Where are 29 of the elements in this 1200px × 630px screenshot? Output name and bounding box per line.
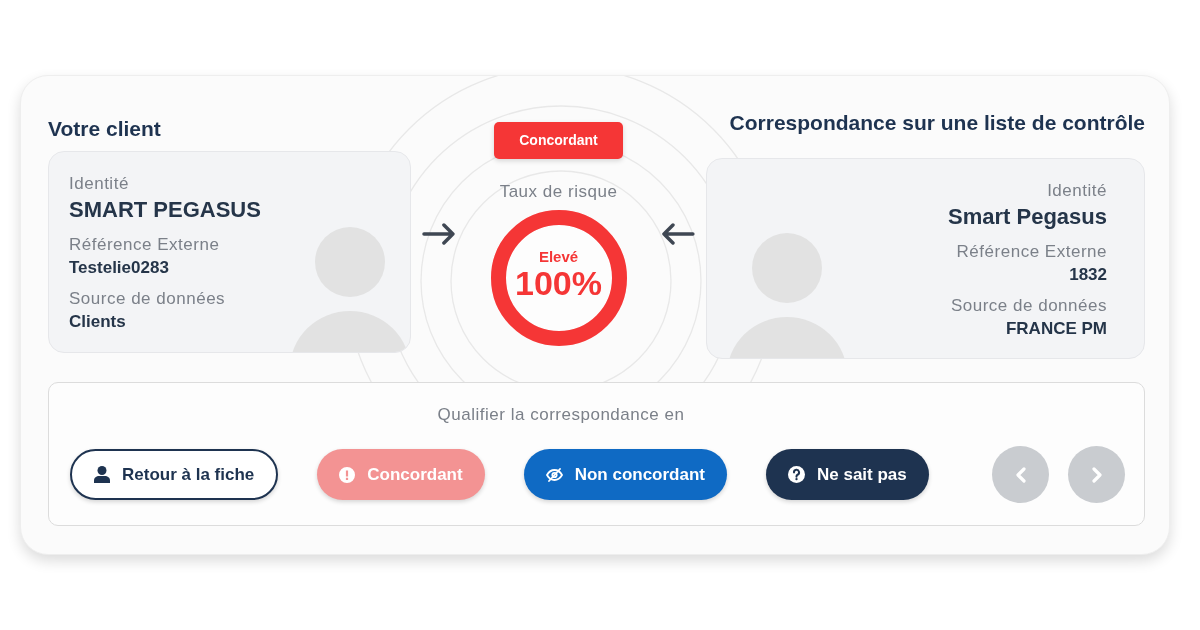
field-label: Référence Externe: [69, 234, 221, 256]
field-value: Clients: [69, 311, 127, 333]
chevron-left-icon: [1014, 466, 1027, 483]
section-heading: Votre client: [48, 117, 162, 141]
qualification-button[interactable]: Ne sait pas: [766, 449, 929, 500]
risk-label: Taux de risque: [499, 181, 618, 203]
field-label: Identité: [69, 173, 130, 195]
qualification-button[interactable]: Retour à la fiche: [70, 449, 279, 500]
arrow-right-icon: [422, 223, 456, 245]
field-label: Référence Externe: [955, 241, 1107, 263]
risk-rating: Elevé: [538, 247, 579, 265]
field-value: FRANCE PM: [1004, 318, 1107, 340]
question-circle-icon: [788, 466, 805, 483]
field-value: SMART PEGASUS: [69, 196, 262, 224]
chevron-right-icon: [1090, 466, 1103, 483]
section-heading: Correspondance sur une liste de contrôle: [728, 111, 1145, 135]
arrow-left-icon: [661, 223, 695, 245]
qualification-prompt: Qualifier la correspondance en: [437, 405, 685, 424]
risk-percentage: 100%: [515, 264, 602, 301]
eye-slash-icon: [545, 467, 563, 482]
match-status-badge: Concordant: [494, 122, 623, 159]
field-value: Smart Pegasus: [947, 203, 1107, 231]
field-label: Source de données: [949, 295, 1107, 317]
qualification-button[interactable]: Non concordant: [523, 449, 727, 500]
field-value: Testelie0283: [69, 257, 170, 279]
field-value: 1832: [1068, 264, 1107, 286]
field-label: Source de données: [69, 288, 227, 310]
field-label: Identité: [1046, 180, 1107, 202]
person-icon: [94, 466, 110, 483]
